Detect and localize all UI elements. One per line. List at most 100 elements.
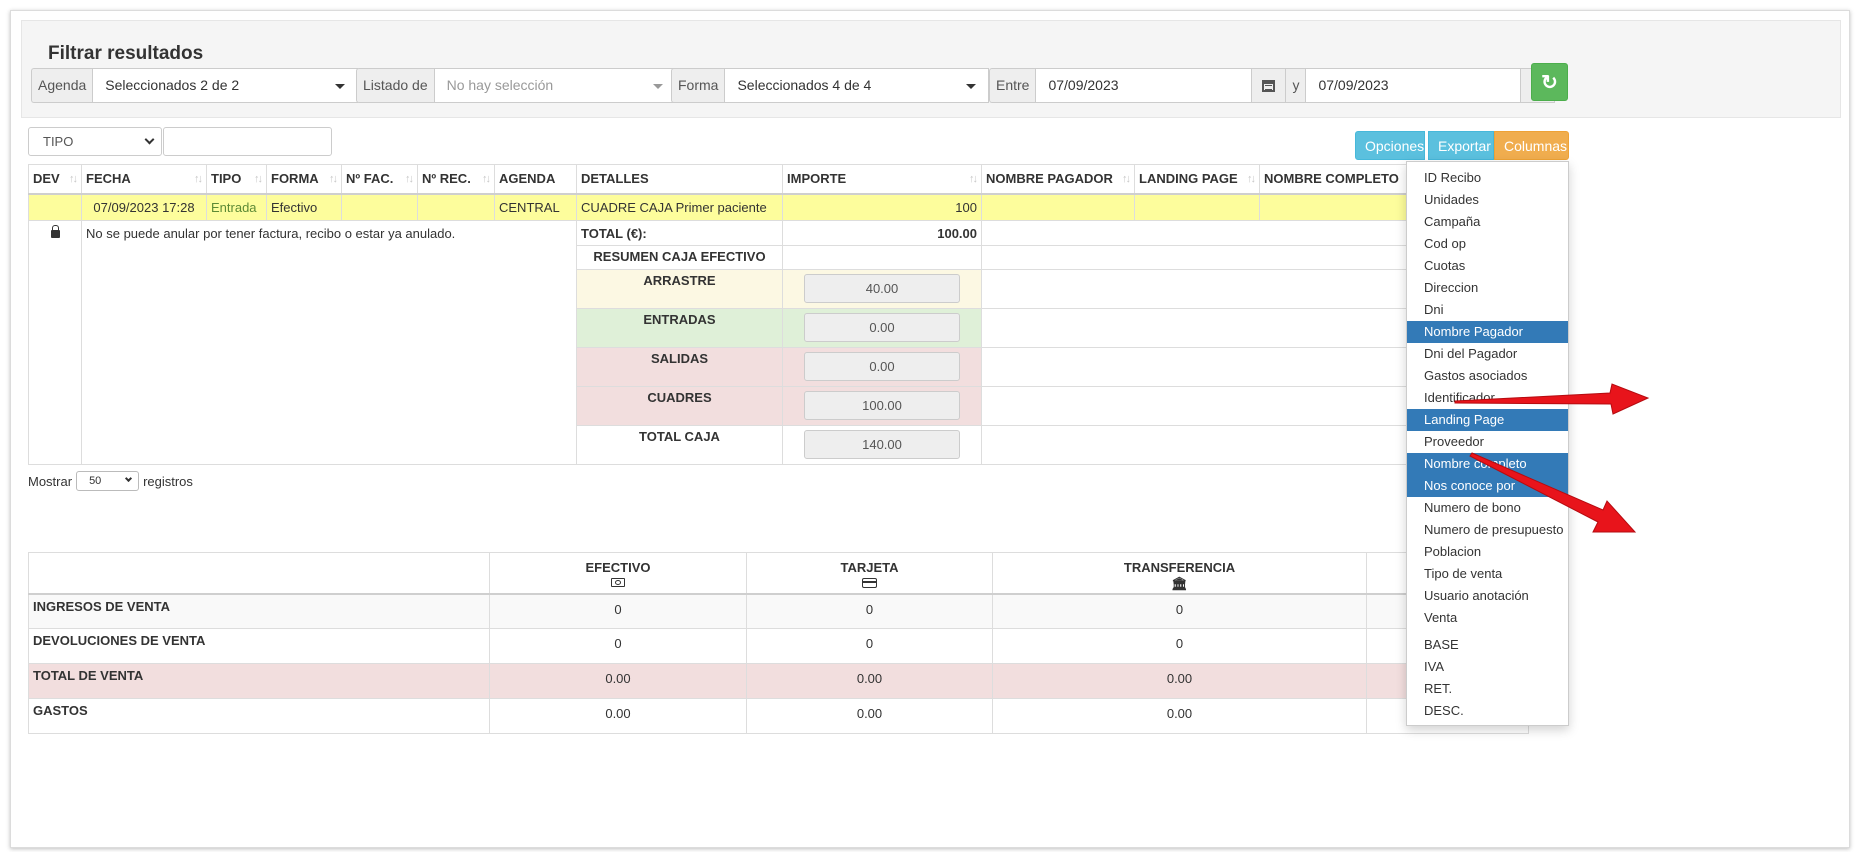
- chevron-down-icon: [144, 134, 155, 145]
- lock-message: No se puede anular por tener factura, re…: [81, 220, 577, 465]
- column-toggle-item[interactable]: Tipo de venta: [1407, 563, 1568, 585]
- sort-icon: ↑↓: [1247, 173, 1256, 185]
- summary-row: GASTOS 0.00 0.00 0.00: [28, 698, 1529, 734]
- total-label: TOTAL (€):: [576, 220, 783, 246]
- sort-icon: ↑↓: [329, 173, 338, 185]
- resumen-salidas-label: SALIDAS: [576, 347, 783, 387]
- entre-label: Entre: [989, 68, 1036, 103]
- agenda-select[interactable]: Seleccionados 2 de 2: [92, 68, 359, 103]
- column-header[interactable]: FECHA ↑↓: [81, 164, 207, 195]
- date-from-input[interactable]: 07/09/2023: [1035, 68, 1253, 103]
- column-header[interactable]: LANDING PAGE ↑↓: [1134, 164, 1260, 195]
- column-toggle-item[interactable]: Usuario anotación: [1407, 585, 1568, 607]
- column-header[interactable]: AGENDA: [494, 164, 577, 195]
- sort-icon: ↑↓: [1122, 173, 1131, 185]
- filter-title: Filtrar resultados: [48, 43, 204, 64]
- table-row[interactable]: 07/09/2023 17:28 Entrada Efectivo CENTRA…: [28, 193, 1449, 221]
- column-toggle-item[interactable]: Unidades: [1407, 189, 1568, 211]
- column-header[interactable]: IMPORTE ↑↓: [782, 164, 982, 195]
- column-toggle-item[interactable]: DESC.: [1407, 700, 1568, 722]
- summary-header-efectivo: EFECTIVO: [489, 552, 747, 595]
- resumen-label: RESUMEN CAJA EFECTIVO: [576, 245, 783, 270]
- resumen-entradas-label: ENTRADAS: [576, 308, 783, 348]
- resumen-cuadres-label: CUADRES: [576, 386, 783, 426]
- cell-tipo: Entrada: [206, 193, 267, 221]
- sort-icon: ↑↓: [194, 173, 203, 185]
- table-header-row: DEV ↑↓ FECHA ↑↓ TIPO ↑↓ FORMA ↑↓ Nº FAC. ↑↓ N…: [28, 164, 1449, 195]
- sort-icon: ↑↓: [405, 173, 414, 185]
- column-header[interactable]: Nº FAC. ↑↓: [341, 164, 418, 195]
- exportar-button[interactable]: Exportar: [1428, 131, 1494, 160]
- column-toggle-item[interactable]: Cod op: [1407, 233, 1568, 255]
- tipo-select[interactable]: TIPO: [28, 127, 162, 156]
- column-toggle-item[interactable]: Nombre completo: [1407, 453, 1568, 475]
- column-toggle-item[interactable]: Identificador: [1407, 387, 1568, 409]
- column-toggle-item[interactable]: Gastos asociados: [1407, 365, 1568, 387]
- agenda-label: Agenda: [31, 68, 93, 103]
- summary-row: DEVOLUCIONES DE VENTA 0 0 0: [28, 628, 1529, 664]
- date-range-filter: Entre 07/09/2023 y 07/09/2023: [989, 68, 1556, 103]
- lock-cell: [28, 220, 82, 465]
- column-toggle-item[interactable]: IVA: [1407, 656, 1568, 678]
- sort-icon: ↑↓: [69, 173, 78, 185]
- column-toggle-item[interactable]: Nos conoce por: [1407, 475, 1568, 497]
- refresh-button[interactable]: ↻: [1531, 63, 1568, 101]
- column-toggle-item[interactable]: Cuotas: [1407, 255, 1568, 277]
- column-toggle-item[interactable]: RET.: [1407, 678, 1568, 700]
- column-toggle-item[interactable]: Proveedor: [1407, 431, 1568, 453]
- summary-row: TOTAL DE VENTA 0.00 0.00 0.00: [28, 663, 1529, 699]
- columns-dropdown-menu: ID Recibo Unidades Campaña Cod op Cuotas Dire…: [1406, 161, 1569, 726]
- column-toggle-item[interactable]: Venta: [1407, 607, 1568, 629]
- listado-select[interactable]: No hay selección: [433, 68, 676, 103]
- column-toggle-item[interactable]: BASE: [1407, 634, 1568, 656]
- cuadres-input: 100.00: [804, 391, 960, 420]
- column-toggle-item[interactable]: ID Recibo: [1407, 167, 1568, 189]
- column-toggle-item[interactable]: Nombre Pagador: [1407, 321, 1568, 343]
- chevron-down-icon: [125, 474, 133, 483]
- entradas-input: 0.00: [804, 313, 960, 342]
- page-length-select[interactable]: 50: [76, 471, 140, 491]
- date-from-calendar-button[interactable]: [1252, 68, 1287, 103]
- forma-filter: Forma Seleccionados 4 de 4: [671, 68, 990, 103]
- agenda-filter: Agenda Seleccionados 2 de 2: [31, 68, 359, 103]
- column-toggle-item[interactable]: Campaña: [1407, 211, 1568, 233]
- tipo-search-input[interactable]: [163, 127, 332, 156]
- cell-dev: [28, 193, 82, 221]
- calendar-icon: [1262, 79, 1276, 92]
- detail-row: No se puede anular por tener factura, re…: [28, 220, 1449, 465]
- column-toggle-item[interactable]: Dni del Pagador: [1407, 343, 1568, 365]
- cell-detalles: CUADRE CAJA Primer paciente: [576, 193, 783, 221]
- total-caja-input: 140.00: [804, 430, 960, 459]
- column-toggle-item[interactable]: Poblacion: [1407, 541, 1568, 563]
- column-toggle-item[interactable]: Landing Page: [1407, 409, 1568, 431]
- column-header[interactable]: FORMA ↑↓: [266, 164, 342, 195]
- arrastre-input: 40.00: [804, 274, 960, 303]
- summary-table: EFECTIVO TARJETA TRANSFERENCIA 🏛 INGRESO…: [28, 552, 1529, 734]
- column-toggle-item[interactable]: Direccion: [1407, 277, 1568, 299]
- caret-down-icon: [966, 84, 977, 89]
- sort-icon: ↑↓: [482, 173, 491, 185]
- sort-icon: ↑↓: [254, 173, 263, 185]
- listado-filter: Listado de No hay selección: [356, 68, 676, 103]
- columnas-button[interactable]: Columnas: [1494, 131, 1569, 160]
- column-header[interactable]: NOMBRE PAGADOR ↑↓: [981, 164, 1135, 195]
- opciones-button[interactable]: Opciones: [1355, 131, 1425, 160]
- y-label: y: [1286, 68, 1306, 103]
- column-toggle-item[interactable]: Numero de bono: [1407, 497, 1568, 519]
- date-to-input[interactable]: 07/09/2023: [1305, 68, 1522, 103]
- column-toggle-item[interactable]: Dni: [1407, 299, 1568, 321]
- cell-nombre-pagador: [981, 193, 1135, 221]
- column-header[interactable]: DETALLES: [576, 164, 783, 195]
- salidas-input: 0.00: [804, 352, 960, 381]
- cell-fecha: 07/09/2023 17:28: [81, 193, 207, 221]
- column-header[interactable]: Nº REC. ↑↓: [417, 164, 495, 195]
- sort-icon: ↑↓: [969, 173, 978, 185]
- column-header[interactable]: TIPO ↑↓: [206, 164, 267, 195]
- column-header[interactable]: DEV ↑↓: [28, 164, 82, 195]
- credit-card-icon: [862, 578, 877, 588]
- resumen-arrastre-label: ARRASTRE: [576, 269, 783, 309]
- column-toggle-item[interactable]: Numero de presupuesto: [1407, 519, 1568, 541]
- listado-select-value: No hay selección: [446, 77, 554, 93]
- forma-select[interactable]: Seleccionados 4 de 4: [724, 68, 990, 103]
- caret-down-icon: [652, 84, 663, 89]
